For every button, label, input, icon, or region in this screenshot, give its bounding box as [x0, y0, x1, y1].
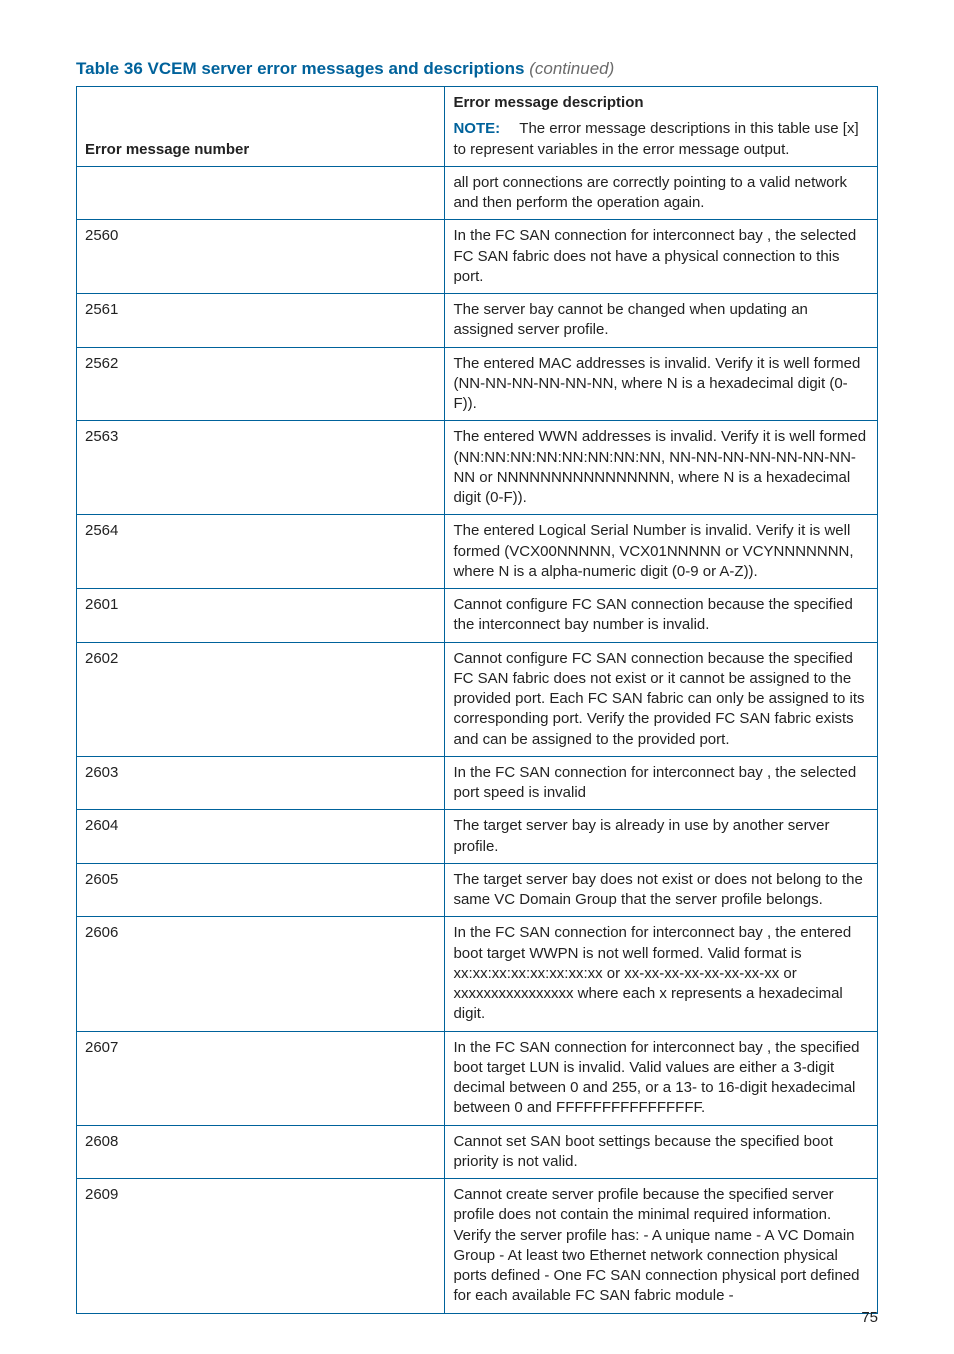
cell-error-description: The entered MAC addresses is invalid. Ve… — [445, 347, 878, 421]
note-text: The error message descriptions in this t… — [453, 120, 858, 157]
cell-error-description: The entered WWN addresses is invalid. Ve… — [445, 421, 878, 515]
table-caption-main: Table 36 VCEM server error messages and … — [76, 59, 525, 78]
col-header-description: Error message description NOTE: The erro… — [445, 87, 878, 167]
table-row: 2561The server bay cannot be changed whe… — [77, 294, 878, 348]
cell-error-number: 2603 — [77, 756, 445, 810]
cell-error-description: The entered Logical Serial Number is inv… — [445, 515, 878, 589]
page-number: 75 — [861, 1309, 878, 1326]
cell-error-number: 2562 — [77, 347, 445, 421]
cell-error-number: 2608 — [77, 1125, 445, 1179]
col-header-number: Error message number — [77, 87, 445, 167]
table-row: 2606In the FC SAN connection for interco… — [77, 917, 878, 1031]
table-header: Error message number Error message descr… — [77, 87, 878, 167]
table-row: 2601Cannot configure FC SAN connection b… — [77, 589, 878, 643]
table-row: 2602Cannot configure FC SAN connection b… — [77, 642, 878, 756]
cell-error-number: 2609 — [77, 1179, 445, 1314]
cell-error-description: all port connections are correctly point… — [445, 166, 878, 220]
cell-error-number: 2605 — [77, 863, 445, 917]
cell-error-number: 2602 — [77, 642, 445, 756]
cell-error-number: 2563 — [77, 421, 445, 515]
table-row: 2608Cannot set SAN boot settings because… — [77, 1125, 878, 1179]
cell-error-number: 2560 — [77, 220, 445, 294]
cell-error-description: In the FC SAN connection for interconnec… — [445, 1031, 878, 1125]
cell-error-number: 2607 — [77, 1031, 445, 1125]
cell-error-description: The server bay cannot be changed when up… — [445, 294, 878, 348]
table-row: 2609Cannot create server profile because… — [77, 1179, 878, 1314]
table-body: all port connections are correctly point… — [77, 166, 878, 1313]
table-row: 2604The target server bay is already in … — [77, 810, 878, 864]
note-label: NOTE: — [453, 120, 500, 137]
cell-error-number: 2601 — [77, 589, 445, 643]
table-row: all port connections are correctly point… — [77, 166, 878, 220]
cell-error-description: Cannot configure FC SAN connection becau… — [445, 589, 878, 643]
table-caption-continued: (continued) — [529, 59, 614, 78]
document-page: Table 36 VCEM server error messages and … — [0, 0, 954, 1354]
table-row: 2560In the FC SAN connection for interco… — [77, 220, 878, 294]
cell-error-description: Cannot create server profile because the… — [445, 1179, 878, 1314]
cell-error-description: Cannot configure FC SAN connection becau… — [445, 642, 878, 756]
table-row: 2607In the FC SAN connection for interco… — [77, 1031, 878, 1125]
error-table: Error message number Error message descr… — [76, 86, 878, 1314]
table-caption: Table 36 VCEM server error messages and … — [76, 58, 878, 80]
table-row: 2605The target server bay does not exist… — [77, 863, 878, 917]
cell-error-number: 2606 — [77, 917, 445, 1031]
table-row: 2564The entered Logical Serial Number is… — [77, 515, 878, 589]
cell-error-number — [77, 166, 445, 220]
cell-error-description: Cannot set SAN boot settings because the… — [445, 1125, 878, 1179]
col-header-desc-title: Error message description — [453, 93, 869, 113]
cell-error-number: 2561 — [77, 294, 445, 348]
table-row: 2603In the FC SAN connection for interco… — [77, 756, 878, 810]
cell-error-description: In the FC SAN connection for interconnec… — [445, 220, 878, 294]
cell-error-description: The target server bay is already in use … — [445, 810, 878, 864]
cell-error-description: The target server bay does not exist or … — [445, 863, 878, 917]
col-header-note: NOTE: The error message descriptions in … — [453, 119, 869, 160]
cell-error-number: 2604 — [77, 810, 445, 864]
table-row: 2563The entered WWN addresses is invalid… — [77, 421, 878, 515]
table-row: 2562The entered MAC addresses is invalid… — [77, 347, 878, 421]
cell-error-description: In the FC SAN connection for interconnec… — [445, 756, 878, 810]
cell-error-number: 2564 — [77, 515, 445, 589]
note-text-inner: The error message descriptions in this t… — [453, 120, 858, 157]
cell-error-description: In the FC SAN connection for interconnec… — [445, 917, 878, 1031]
table-header-row: Error message number Error message descr… — [77, 87, 878, 167]
